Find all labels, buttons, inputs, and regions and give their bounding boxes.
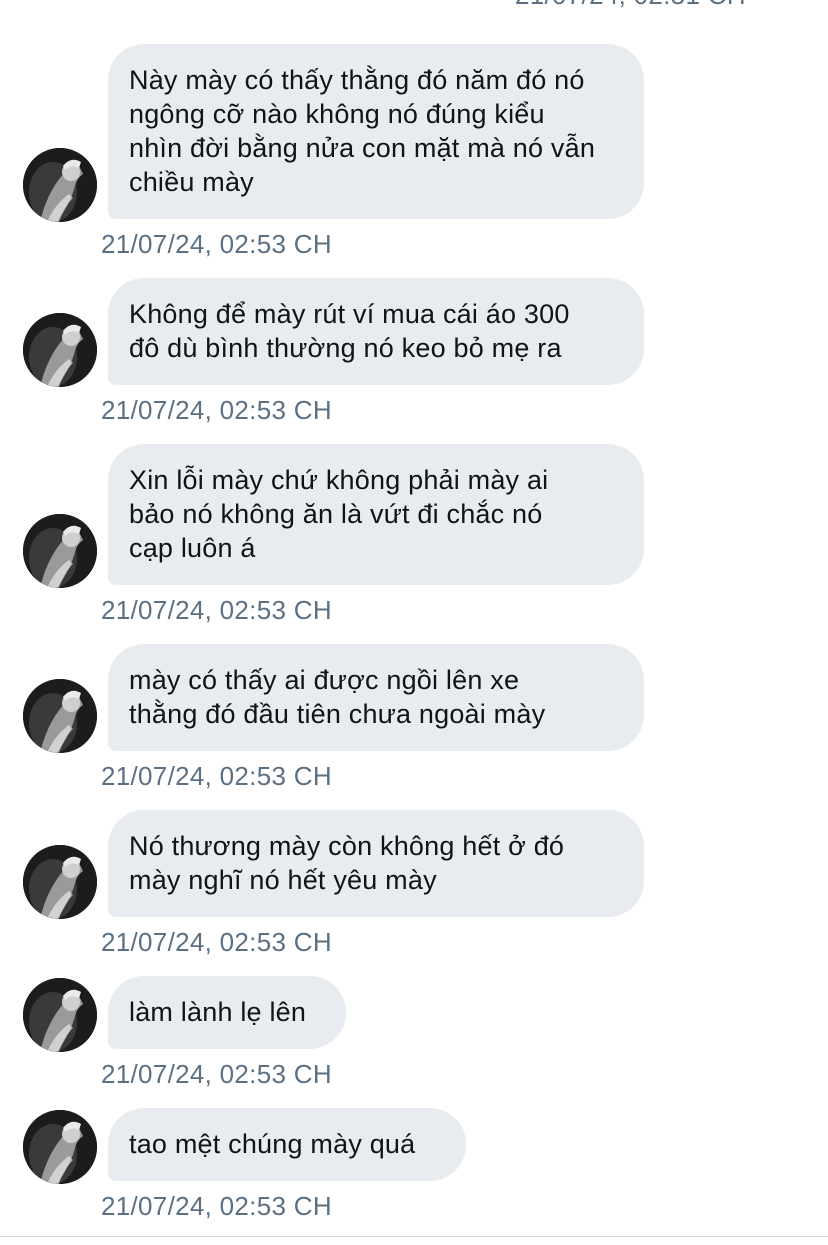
message-bubble[interactable]: Này mày có thấy thằng đó năm đó nó ngông…: [108, 44, 644, 219]
message-timestamp: 21/07/24, 02:53 CH: [101, 927, 332, 957]
message-text-line: chiều mày: [129, 167, 254, 197]
message-bubble[interactable]: Xin lỗi mày chứ không phải mày ai bảo nó…: [108, 444, 644, 585]
message-bubble[interactable]: làm lành lẹ lên: [108, 976, 346, 1049]
message-text-line: mày nghĩ nó hết yêu mày: [129, 865, 437, 895]
message-timestamp: 21/07/24, 02:53 CH: [101, 595, 332, 625]
message-bubble[interactable]: Không để mày rút ví mua cái áo 300 đô dù…: [108, 278, 644, 385]
message-text-line: Nó thương mày còn không hết ở đó: [129, 831, 565, 861]
user-avatar-icon: [23, 845, 97, 919]
avatar[interactable]: [23, 514, 97, 588]
avatar[interactable]: [23, 845, 97, 919]
message-timestamp: 21/07/24, 02:53 CH: [101, 395, 332, 425]
message-bubble[interactable]: Nó thương mày còn không hết ở đó mày ngh…: [108, 810, 644, 917]
user-avatar-icon: [23, 148, 97, 222]
message-text-line: Không để mày rút ví mua cái áo 300: [129, 299, 570, 329]
message-timestamp: 21/07/24, 02:53 CH: [101, 229, 332, 259]
user-avatar-icon: [23, 679, 97, 753]
message-text-line: thằng đó đầu tiên chưa ngoài mày: [129, 699, 546, 729]
user-avatar-icon: [23, 978, 97, 1052]
user-avatar-icon: [23, 1110, 97, 1184]
message-text-line: cạp luôn á: [129, 533, 256, 563]
top-message-timestamp: 21/07/24, 02:51 CH: [515, 0, 746, 11]
avatar[interactable]: [23, 313, 97, 387]
message-text-line: mày có thấy ai được ngồi lên xe: [129, 665, 520, 695]
message-timestamp: 21/07/24, 02:53 CH: [101, 1059, 332, 1089]
message-text-line: ngông cỡ nào không nó đúng kiểu: [129, 99, 545, 129]
message-bubble[interactable]: tao mệt chúng mày quá: [108, 1108, 466, 1181]
message-timestamp: 21/07/24, 02:53 CH: [101, 1191, 332, 1221]
avatar[interactable]: [23, 148, 97, 222]
message-text-line: Này mày có thấy thằng đó năm đó nó: [129, 65, 585, 95]
message-text-line: làm lành lẹ lên: [129, 997, 307, 1027]
message-text-line: Xin lỗi mày chứ không phải mày ai: [129, 465, 549, 495]
user-avatar-icon: [23, 313, 97, 387]
divider: [0, 1236, 828, 1237]
message-text-line: đô dù bình thường nó keo bỏ mẹ ra: [129, 333, 562, 363]
avatar[interactable]: [23, 978, 97, 1052]
avatar[interactable]: [23, 679, 97, 753]
message-text-line: tao mệt chúng mày quá: [129, 1129, 416, 1159]
message-bubble[interactable]: mày có thấy ai được ngồi lên xe thằng đó…: [108, 644, 644, 751]
message-text-line: bảo nó không ăn là vứt đi chắc nó: [129, 499, 543, 529]
user-avatar-icon: [23, 514, 97, 588]
message-timestamp: 21/07/24, 02:53 CH: [101, 761, 332, 791]
avatar[interactable]: [23, 1110, 97, 1184]
message-text-line: nhìn đời bằng nửa con mặt mà nó vẫn: [129, 133, 596, 163]
